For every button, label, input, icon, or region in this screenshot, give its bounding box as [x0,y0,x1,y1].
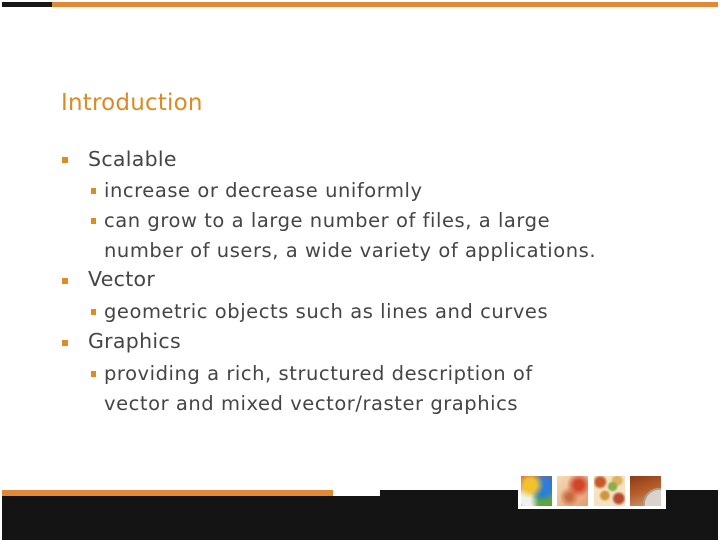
peach-splatter-image [557,476,588,506]
sub-bullet-grow-line2: number of users, a wide variety of appli… [104,239,597,262]
sub-bullet-uniform: increase or decrease uniformly [104,179,423,202]
sub-bullet-icon [91,371,96,377]
mosaic-dots-image [594,476,625,506]
slide-title: Introduction [61,90,203,116]
sub-bullet-grow-line1: can grow to a large number of files, a l… [104,209,551,232]
colorful-splatter-image [521,476,552,506]
sub-bullet-icon [91,218,96,224]
sub-bullet-icon [91,309,96,315]
bullet-icon [62,157,68,163]
sub-bullet-description-line1: providing a rich, structured description… [104,362,533,385]
bullet-icon [62,278,68,284]
top-bar-accent [52,2,718,7]
sub-bullet-icon [91,188,96,194]
sub-bullet-geometric: geometric objects such as lines and curv… [104,300,549,323]
bullet-vector: Vector [88,267,156,291]
top-bar-dark-segment [2,2,52,7]
sub-bullet-description-line2: vector and mixed vector/raster graphics [104,392,519,415]
bullet-graphics: Graphics [88,329,181,353]
brown-texture-image [630,476,661,506]
footer-dark-band [2,496,382,540]
bullet-scalable: Scalable [88,147,177,171]
bullet-icon [62,340,68,346]
